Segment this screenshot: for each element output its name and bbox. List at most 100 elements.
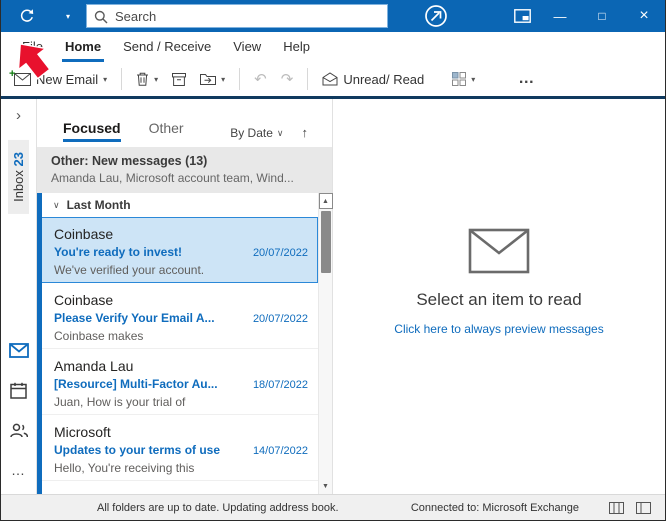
reading-pane: Select an item to read Click here to alw… [333, 99, 665, 494]
email-sender: Coinbase [54, 226, 114, 242]
email-subject: Please Verify Your Email A... [54, 311, 215, 325]
chevron-down-icon: ▾ [471, 74, 476, 84]
collapse-chevron-icon: ∨ [53, 199, 60, 210]
search-icon [94, 10, 108, 24]
chevron-down-icon: ∨ [276, 127, 284, 138]
undo-arrow-icon: ↶ [254, 70, 267, 88]
scroll-up-button[interactable]: ▲ [318, 193, 333, 209]
quick-access-toolbar: ▾ [1, 3, 70, 29]
banner-title: Other: New messages (13) [51, 154, 208, 168]
forward-button[interactable]: ↷ [274, 67, 301, 92]
new-email-label: New Email [36, 71, 99, 87]
rail-more-button[interactable]: … [7, 460, 31, 480]
menu-tab-home[interactable]: Home [54, 39, 112, 62]
sync-icon [20, 9, 34, 22]
mail-nav-button[interactable] [7, 340, 31, 360]
close-button[interactable]: × [623, 0, 665, 32]
email-subject: You're ready to invest! [54, 245, 182, 259]
email-preview: Hello, You're receiving this [54, 461, 195, 475]
expand-folder-pane-button[interactable]: › [16, 107, 21, 124]
view-shortcuts [609, 501, 651, 514]
email-sender: Microsoft [54, 424, 111, 440]
banner-preview: Amanda Lau, Microsoft account team, Wind… [51, 171, 294, 185]
other-inbox-banner[interactable]: Other: New messages (13) Amanda Lau, Mic… [37, 147, 332, 193]
email-subject: Updates to your terms of use [54, 443, 221, 457]
empty-state-title: Select an item to read [416, 289, 582, 309]
group-header-label: Last Month [66, 198, 131, 212]
titlebar-right-controls: — □ × [419, 0, 665, 32]
title-bar: ▾ — □ × [1, 0, 665, 32]
email-date: 14/07/2022 [252, 445, 308, 457]
sort-direction-button[interactable]: ↑ [302, 125, 309, 140]
list-scrollbar[interactable]: ▲ ▼ [318, 193, 333, 494]
inbox-vertical-tab[interactable]: Inbox 23 [8, 140, 29, 214]
email-row[interactable]: Coinbase You're ready to invest! 20/07/2… [37, 217, 318, 283]
search-box[interactable] [86, 4, 389, 28]
menu-tab-view[interactable]: View [222, 39, 272, 62]
scroll-thumb[interactable] [320, 211, 331, 273]
tab-focused[interactable]: Focused [63, 120, 121, 142]
reading-view-button[interactable] [636, 501, 651, 514]
sort-by-button[interactable]: By Date ∨ [230, 126, 283, 140]
chevron-down-icon: ▾ [103, 74, 108, 84]
status-bar: All folders are up to date. Updating add… [1, 494, 665, 520]
module-switcher: … [7, 340, 31, 480]
tab-other[interactable]: Other [149, 120, 184, 140]
email-row[interactable]: Coinbase Please Verify Your Email A... 2… [37, 283, 318, 349]
customize-toolbar-chevron-icon[interactable]: ▾ [66, 12, 70, 21]
people-nav-button[interactable] [7, 420, 31, 440]
always-preview-link[interactable]: Click here to always preview messages [394, 322, 603, 336]
mail-icon [8, 342, 29, 358]
reply-button[interactable]: ↶ [247, 67, 274, 92]
menu-tab-help[interactable]: Help [272, 39, 321, 62]
new-email-button[interactable]: + New Email ▾ [7, 67, 114, 92]
calendar-icon [10, 382, 27, 399]
menu-tab-send-receive[interactable]: Send / Receive [112, 39, 222, 62]
unread-indicator-bar [37, 193, 42, 494]
envelope-icon [14, 72, 31, 86]
ribbon-toolbar: + New Email ▾ ▾ ▾ ↶ ↷ Unread/ Read ▾ … [1, 62, 665, 96]
group-header-last-month[interactable]: ∨ Last Month [37, 193, 332, 217]
change-view-button[interactable]: ▾ [445, 67, 482, 91]
main-area: › Inbox 23 … Focused Other By Date ∨ ↑ O… [1, 99, 665, 494]
email-sender: Coinbase [54, 292, 114, 308]
outlook-window: ▾ — □ × File Home Send / Receive View He… [0, 0, 666, 521]
minimize-button[interactable]: — [539, 0, 581, 32]
trash-icon [137, 72, 149, 86]
pip-icon [513, 9, 531, 23]
unread-read-button[interactable]: Unread/ Read [315, 67, 431, 92]
search-input[interactable] [87, 5, 388, 27]
archive-button[interactable] [165, 68, 193, 91]
email-date: 20/07/2022 [252, 313, 308, 325]
people-icon [9, 423, 28, 437]
ribbon-separator [121, 68, 123, 90]
email-row[interactable]: Microsoft Updates to your terms of use 1… [37, 415, 318, 481]
email-row[interactable]: Amanda Lau [Resource] Multi-Factor Au...… [37, 349, 318, 415]
email-preview: Juan, How is your trial of [54, 395, 186, 409]
open-envelope-icon [322, 72, 338, 86]
ribbon-separator [307, 68, 309, 90]
inbox-label: Inbox [11, 170, 26, 202]
more-commands-button[interactable]: … [508, 70, 544, 88]
maximize-button[interactable]: □ [581, 0, 623, 32]
delete-button[interactable]: ▾ [129, 67, 165, 91]
status-folders-text: All folders are up to date. Updating add… [97, 501, 339, 514]
normal-view-button[interactable] [609, 501, 624, 514]
send-receive-button[interactable] [14, 3, 40, 29]
move-folder-icon [200, 74, 217, 85]
move-to-button[interactable]: ▾ [193, 68, 232, 90]
coming-soon-button[interactable] [419, 0, 453, 32]
navigation-rail: › Inbox 23 … [1, 99, 37, 494]
ribbon-separator [239, 68, 241, 90]
menu-tab-file[interactable]: File [11, 39, 54, 62]
calendar-nav-button[interactable] [7, 380, 31, 400]
inbox-unread-count: 23 [11, 152, 26, 167]
pip-button[interactable] [505, 0, 539, 32]
status-connection-text: Connected to: Microsoft Exchange [410, 501, 579, 514]
normal-view-icon [609, 501, 624, 514]
scroll-down-button[interactable]: ▼ [319, 478, 333, 494]
chevron-down-icon: ▾ [154, 74, 159, 84]
email-preview: We've verified your account. [54, 263, 205, 277]
email-date: 20/07/2022 [252, 247, 308, 259]
launch-circle-arrow-icon [425, 5, 447, 27]
